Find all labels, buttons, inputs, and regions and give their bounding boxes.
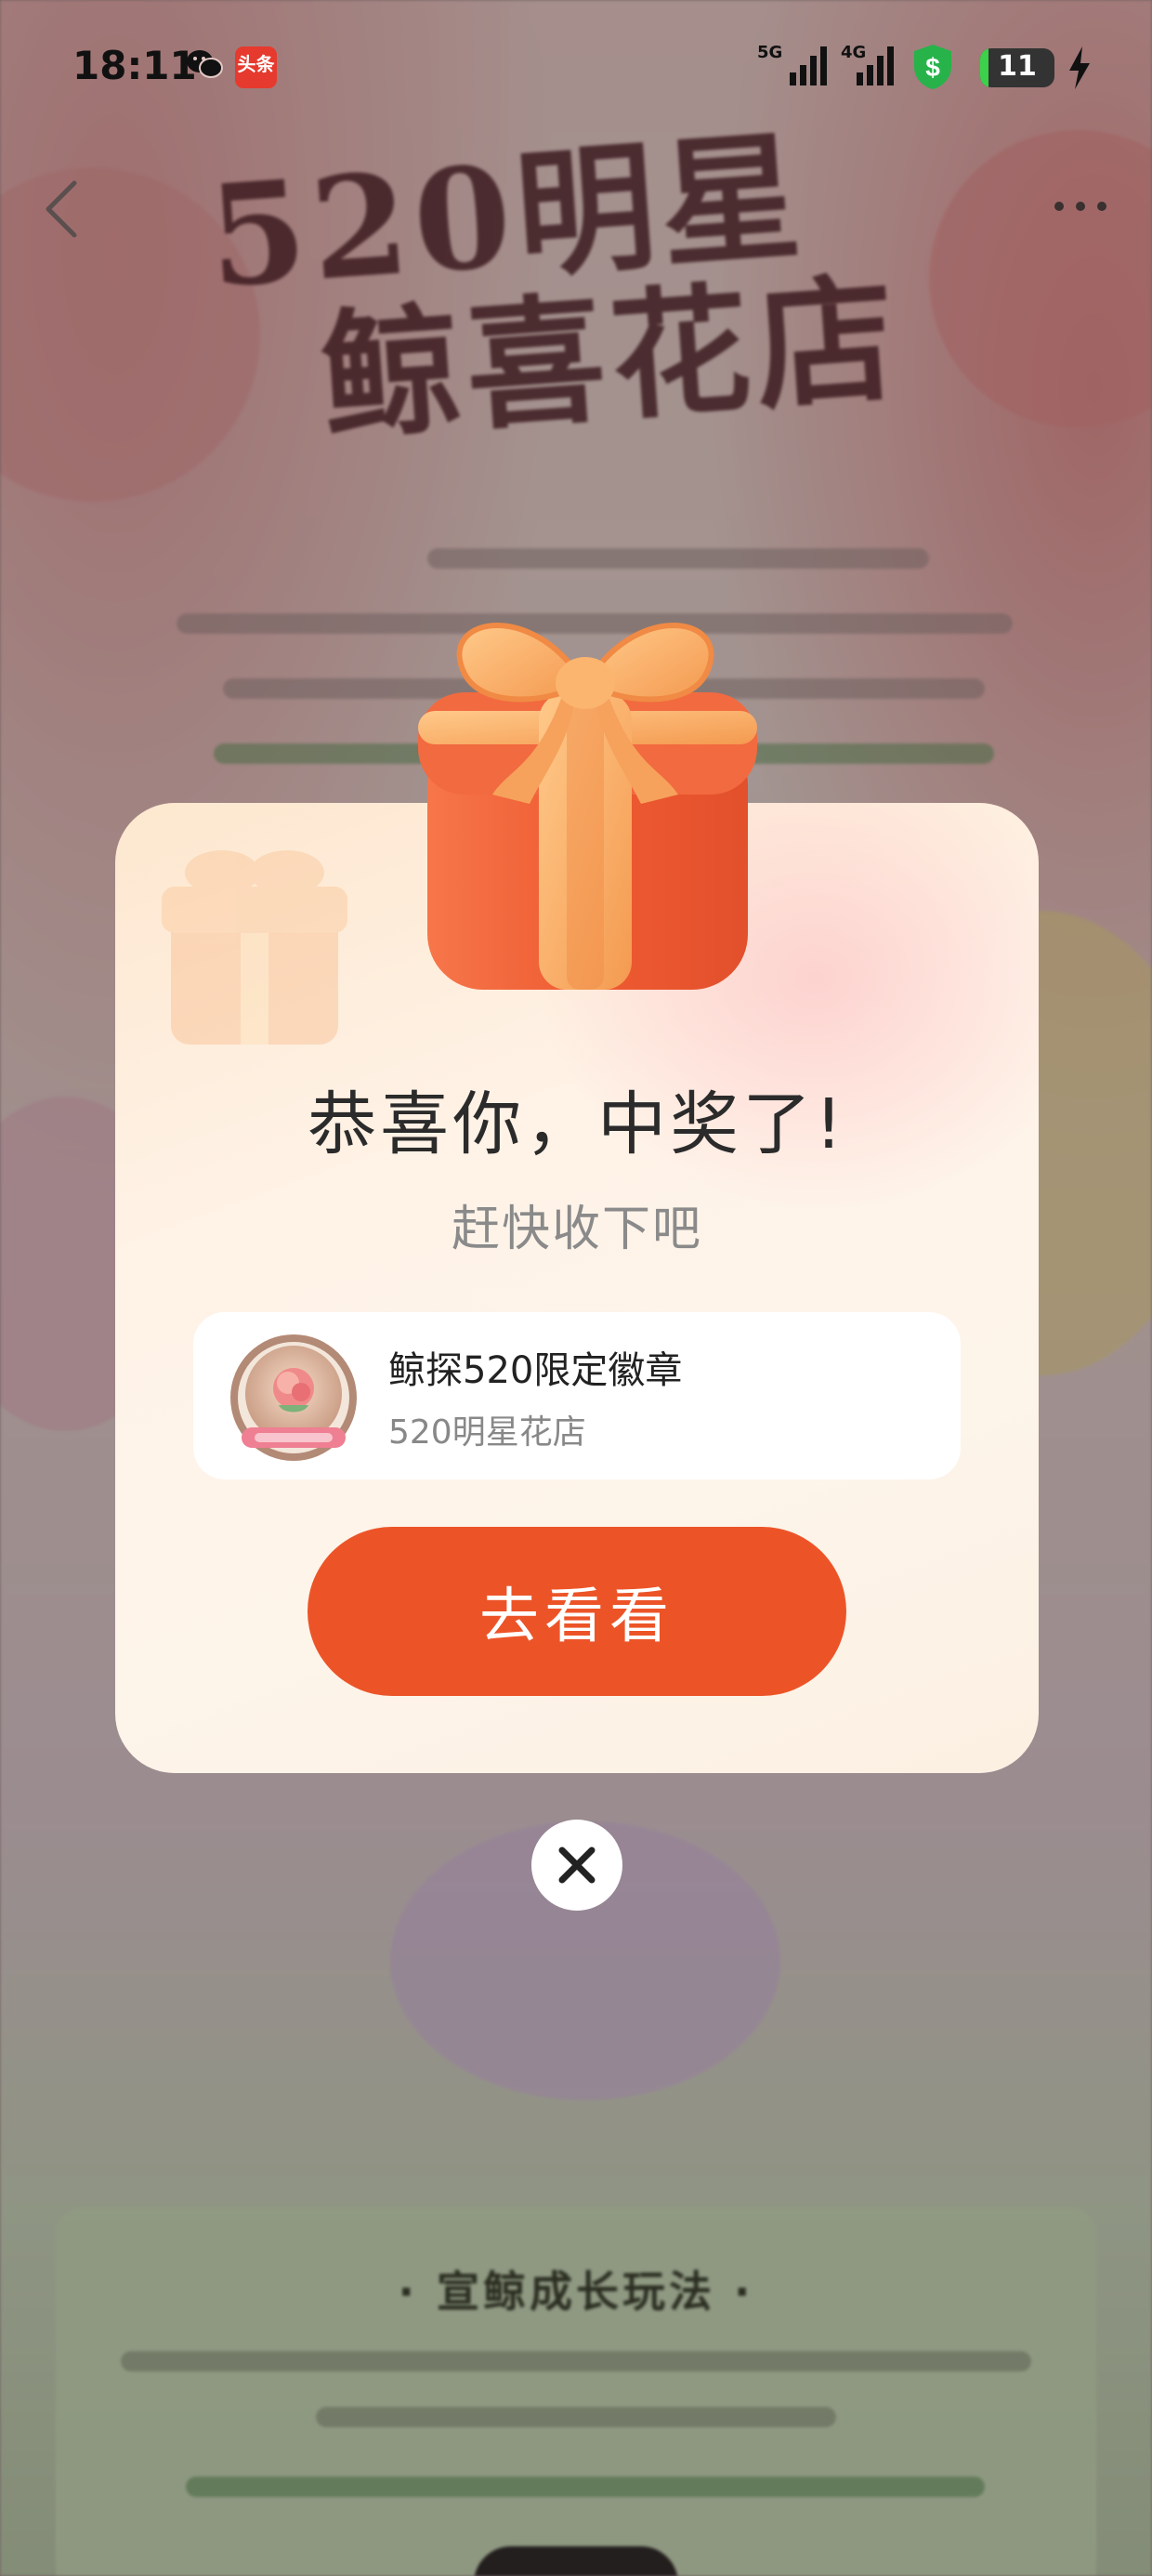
status-time: 18:11 [72, 43, 197, 88]
status-bar: 18:11 头条 5G 4G $ 11 [0, 0, 1152, 139]
back-arrow-icon[interactable] [37, 172, 93, 246]
prize-card: 鲸探520限定徽章 520明星花店 [193, 1312, 961, 1479]
close-icon [558, 1847, 596, 1884]
prize-shop-name: 520明星花店 [388, 1413, 586, 1452]
toutiao-app-icon: 头条 [235, 46, 277, 88]
view-prize-button[interactable]: 去看看 [308, 1527, 846, 1696]
more-options-icon[interactable] [1050, 186, 1115, 223]
battery-icon: 11 [980, 48, 1054, 87]
vpn-shield-icon: $ [914, 45, 951, 89]
network-5g-label: 5G [757, 43, 783, 62]
battery-level: 11 [998, 50, 1037, 83]
charging-bolt-icon [1069, 46, 1090, 89]
gift-box-icon [418, 622, 757, 990]
close-modal-button[interactable] [531, 1820, 622, 1911]
rose-badge-icon [230, 1334, 357, 1461]
prize-name: 鲸探520限定徽章 [388, 1349, 683, 1392]
modal-subtitle: 赶快收下吧 [451, 1202, 702, 1257]
decorative-gift-icon [162, 850, 347, 1045]
modal-title: 恭喜你，中奖了! [308, 1084, 846, 1164]
wechat-icon [187, 50, 223, 78]
signal-icon [790, 46, 827, 85]
svg-text:$: $ [925, 53, 940, 82]
signal-icon [857, 46, 894, 85]
